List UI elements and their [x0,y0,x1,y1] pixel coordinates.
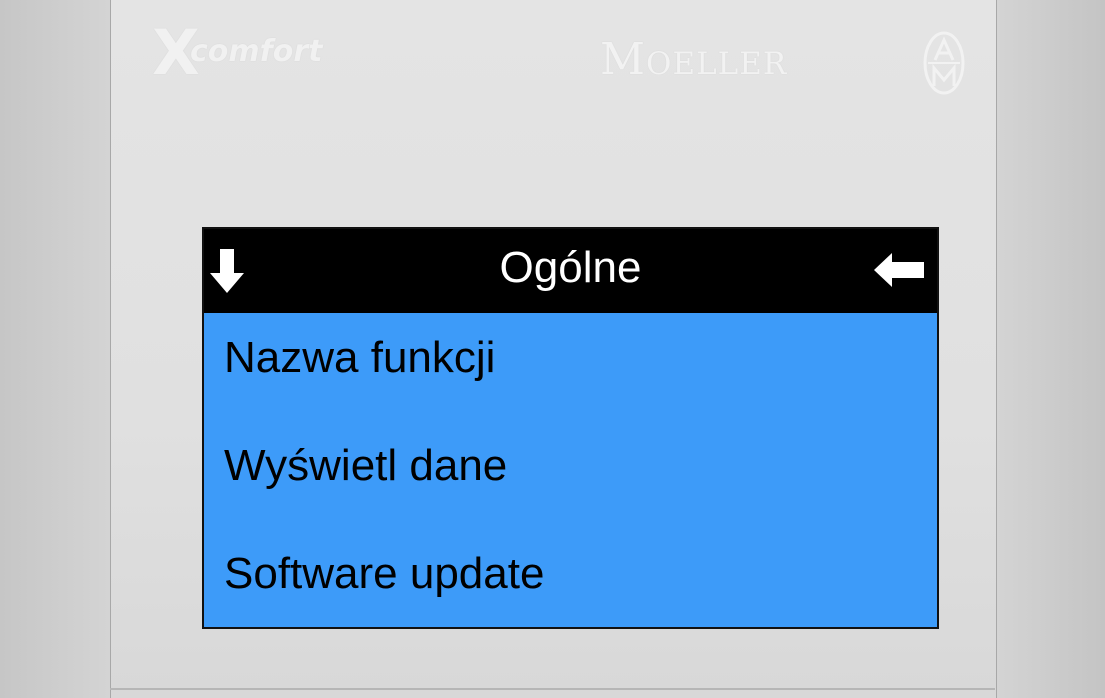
title-bar: Ogólne [204,229,937,313]
menu-item-nazwa-funkcji[interactable]: Nazwa funkcji [224,333,495,383]
device-housing: X comfort Moeller Ogólne Nazwa funkcji W… [0,0,1105,698]
housing-right-edge [995,0,1105,698]
housing-left-edge [0,0,110,698]
moeller-seal-icon [923,31,965,95]
screen-title: Ogólne [499,243,642,292]
lcd-screen: Ogólne Nazwa funkcji Wyświetl dane Softw… [202,227,939,629]
panel-divider [110,688,995,690]
menu-item-software-update[interactable]: Software update [224,549,544,599]
moeller-brand-logo: Moeller [600,34,788,85]
menu-item-wyswietl-dane[interactable]: Wyświetl dane [224,441,507,491]
xcomfort-product-logo: comfort [190,34,323,69]
back-arrow-icon[interactable] [874,253,924,287]
